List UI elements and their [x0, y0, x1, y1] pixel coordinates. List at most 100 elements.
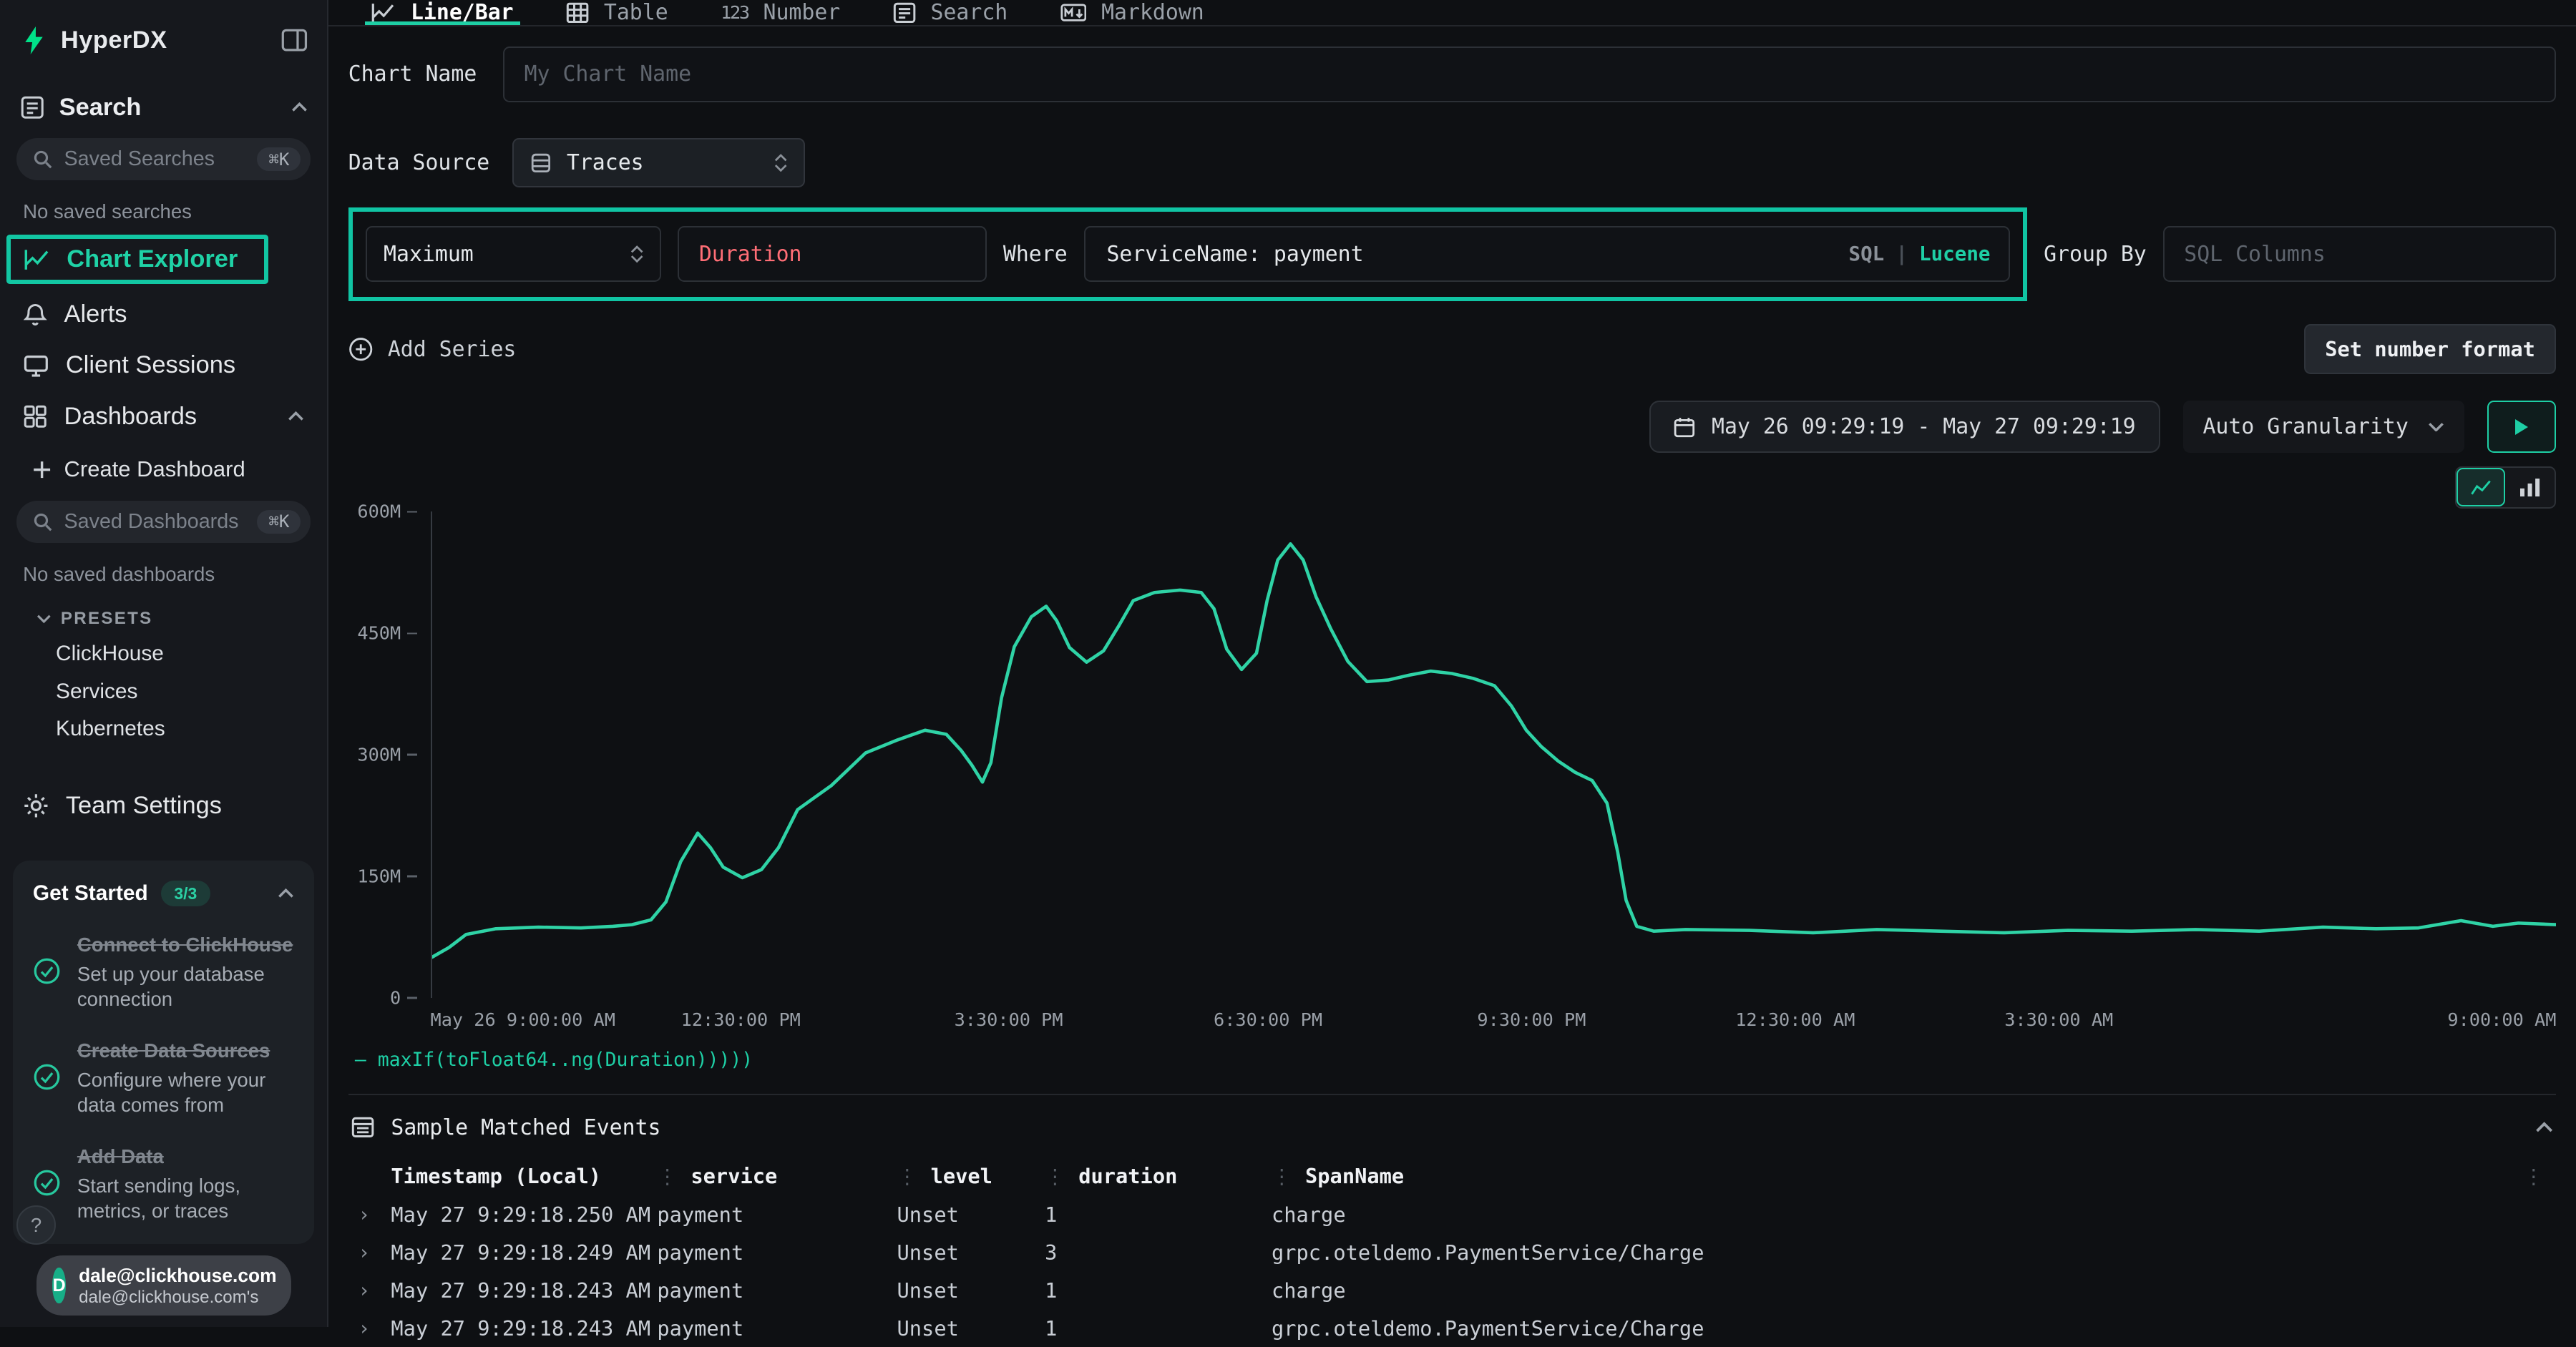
search-section-label: Search	[59, 94, 142, 122]
saved-dashboards-input[interactable]: Saved Dashboards ⌘K	[16, 501, 311, 544]
presets-list: ClickHouse Services Kubernetes	[0, 635, 327, 748]
main-panel: Line/Bar Table 123 Number Search	[328, 0, 2576, 1327]
checklist-item-title: Add Data	[77, 1145, 164, 1167]
sql-toggle[interactable]: SQL	[1849, 243, 1885, 265]
sidebar-item-dashboards[interactable]: Dashboards	[0, 391, 327, 442]
group-by-label: Group By	[2044, 242, 2147, 267]
column-handle-icon: ⋮	[1045, 1164, 1065, 1188]
sidebar-item-chart-explorer[interactable]: Chart Explorer	[6, 235, 268, 284]
bar-display-button[interactable]	[2507, 469, 2553, 506]
table-menu-icon[interactable]: ⋮	[2524, 1164, 2544, 1188]
column-header-spanname[interactable]: ⋮SpanName	[1272, 1164, 2524, 1188]
run-query-button[interactable]	[2487, 401, 2556, 453]
sidebar-item-client-sessions[interactable]: Client Sessions	[0, 340, 327, 391]
number-123-icon: 123	[721, 2, 748, 23]
row-expander-icon[interactable]: ›	[348, 1279, 391, 1302]
event-row[interactable]: › May 27 9:29:18.249 AM payment Unset 3 …	[348, 1234, 2557, 1272]
checklist-item[interactable]: Connect to ClickHouse Set up your databa…	[33, 928, 294, 1012]
chart-plot-area[interactable]	[431, 511, 2557, 998]
checklist-item-title: Create Data Sources	[77, 1039, 270, 1062]
preset-item[interactable]: Kubernetes	[0, 710, 327, 748]
user-menu[interactable]: D dale@clickhouse.com dale@clickhouse.co…	[36, 1255, 291, 1316]
aggregation-select[interactable]: Maximum	[366, 226, 661, 282]
chart-type-tabbar: Line/Bar Table 123 Number Search	[328, 0, 2576, 26]
tab-number[interactable]: 123 Number	[698, 0, 863, 25]
select-chevrons-icon	[630, 245, 643, 263]
chart-display-toggle	[2455, 466, 2557, 509]
brand-title: HyperDX	[61, 26, 268, 54]
row-expander-icon[interactable]: ›	[348, 1317, 391, 1340]
get-started-header[interactable]: Get Started 3/3	[33, 881, 294, 906]
collapse-sidebar-icon[interactable]	[281, 29, 308, 52]
cell-duration: 3	[1045, 1240, 1272, 1265]
tab-table[interactable]: Table	[543, 0, 691, 25]
tab-line-bar[interactable]: Line/Bar	[348, 0, 537, 25]
preset-item[interactable]: Services	[0, 672, 327, 710]
search-section-header[interactable]: Search	[0, 74, 327, 131]
where-input[interactable]	[1103, 240, 1835, 268]
checklist-item[interactable]: Add Data Start sending logs, metrics, or…	[33, 1140, 294, 1224]
x-axis-tick: 3:30:00 AM	[2004, 1009, 2113, 1030]
sidebar-item-label: Chart Explorer	[67, 245, 238, 273]
row-expander-icon[interactable]: ›	[348, 1241, 391, 1264]
event-row[interactable]: › May 27 9:29:18.243 AM payment Unset 1 …	[348, 1309, 2557, 1347]
get-started-progress-badge: 3/3	[161, 881, 210, 906]
event-row[interactable]: › May 27 9:29:18.250 AM payment Unset 1 …	[348, 1196, 2557, 1234]
sidebar-item-team-settings[interactable]: Team Settings	[0, 780, 327, 831]
column-handle-icon: ⋮	[657, 1164, 678, 1188]
row-expander-icon[interactable]: ›	[348, 1203, 391, 1226]
tab-label: Number	[763, 0, 841, 25]
cell-spanname: grpc.oteldemo.PaymentService/Charge	[1272, 1316, 2524, 1341]
chart-legend[interactable]: — maxIf(toFloat64..ng(Duration)))))	[348, 1049, 2557, 1071]
checklist-item-title: Connect to ClickHouse	[77, 934, 293, 956]
field-input[interactable]	[678, 226, 987, 282]
set-number-format-button[interactable]: Set number format	[2304, 324, 2557, 374]
table-icon	[566, 2, 589, 24]
tab-search[interactable]: Search	[870, 0, 1031, 25]
circle-plus-icon	[348, 337, 373, 361]
create-dashboard-button[interactable]: Create Dashboard	[0, 442, 327, 494]
group-by-input[interactable]	[2163, 226, 2557, 282]
series-highlight-box: Maximum Where SQL | Lucene	[348, 207, 2027, 301]
shortcut-badge: ⌘K	[257, 510, 301, 534]
column-header-duration[interactable]: ⋮duration	[1045, 1164, 1272, 1188]
column-header-timestamp[interactable]: ⋮Timestamp (Local)	[391, 1164, 657, 1188]
column-header-level[interactable]: ⋮level	[897, 1164, 1045, 1188]
cell-service: payment	[657, 1202, 897, 1227]
x-axis-tick: 9:00:00 AM	[2447, 1009, 2556, 1030]
date-range-picker[interactable]: May 26 09:29:19 - May 27 09:29:19	[1649, 401, 2160, 453]
cell-level: Unset	[897, 1278, 1045, 1303]
collapse-events-icon[interactable]	[2535, 1122, 2553, 1133]
data-source-select[interactable]: Traces	[512, 138, 805, 187]
event-row[interactable]: › May 27 9:29:18.243 AM payment Unset 1 …	[348, 1271, 2557, 1309]
x-axis-tick: 3:30:00 PM	[955, 1009, 1063, 1030]
presets-header[interactable]: PRESETS	[0, 592, 327, 635]
x-axis-tick: 6:30:00 PM	[1214, 1009, 1322, 1030]
sidebar-item-label: Dashboards	[64, 403, 197, 431]
sidebar-item-label: Client Sessions	[66, 351, 235, 379]
tab-markdown[interactable]: Markdown	[1038, 0, 1227, 25]
cell-spanname: charge	[1272, 1202, 2524, 1227]
sample-matched-events: Sample Matched Events ⋮Timestamp (Local)…	[348, 1094, 2557, 1347]
checklist-item-subtitle: Configure where your data comes from	[77, 1067, 294, 1119]
x-axis: May 26 9:00:00 AM12:30:00 PM3:30:00 PM6:…	[431, 1009, 2557, 1034]
column-handle-icon: ⋮	[897, 1164, 918, 1188]
lucene-toggle[interactable]: Lucene	[1919, 243, 1991, 265]
user-org: dale@clickhouse.com's	[79, 1288, 277, 1308]
get-started-checklist: Connect to ClickHouse Set up your databa…	[33, 928, 294, 1224]
saved-searches-input[interactable]: Saved Searches ⌘K	[16, 138, 311, 181]
column-header-service[interactable]: ⋮service	[657, 1164, 897, 1188]
add-series-button[interactable]: Add Series	[348, 337, 517, 362]
help-button[interactable]: ?	[16, 1205, 56, 1245]
checklist-item-subtitle: Start sending logs, metrics, or traces	[77, 1173, 294, 1225]
preset-item[interactable]: ClickHouse	[0, 635, 327, 672]
events-table: ⋮Timestamp (Local) ⋮service ⋮level ⋮dura…	[348, 1157, 2557, 1347]
sidebar-item-alerts[interactable]: Alerts	[0, 289, 327, 340]
saved-searches-placeholder: Saved Searches	[64, 147, 215, 171]
granularity-select[interactable]: Auto Granularity	[2183, 401, 2464, 453]
cell-service: payment	[657, 1316, 897, 1341]
checklist-item[interactable]: Create Data Sources Configure where your…	[33, 1034, 294, 1118]
where-input-wrap: SQL | Lucene	[1084, 226, 2010, 282]
line-display-button[interactable]	[2458, 469, 2504, 506]
chart-name-input[interactable]	[503, 46, 2556, 102]
